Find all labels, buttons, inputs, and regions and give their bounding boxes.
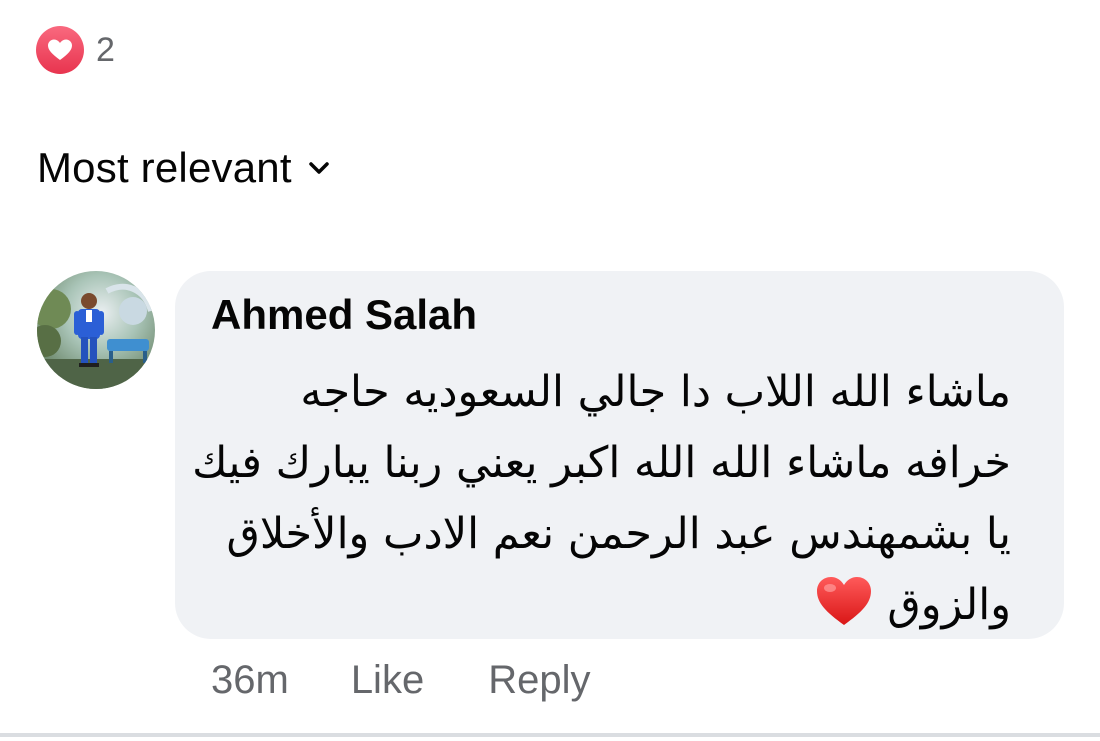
divider bbox=[0, 733, 1100, 737]
reply-button[interactable]: Reply bbox=[488, 658, 590, 703]
reactions-summary[interactable]: 2 bbox=[36, 26, 115, 74]
comment-line: يا بشمهندس عبد الرحمن نعم الادب والأخلاق bbox=[226, 509, 1011, 559]
chevron-down-icon bbox=[308, 162, 329, 174]
comment-actions: 36m Like Reply bbox=[211, 658, 590, 703]
comment-line-last: والزوق bbox=[211, 570, 1011, 641]
red-heart-icon bbox=[817, 577, 872, 625]
reaction-count: 2 bbox=[96, 30, 115, 69]
comment-line: والزوق bbox=[887, 580, 1011, 630]
comment-timestamp[interactable]: 36m bbox=[211, 658, 289, 703]
avatar[interactable] bbox=[37, 271, 155, 389]
sort-label: Most relevant bbox=[37, 144, 292, 191]
love-reaction-icon bbox=[36, 26, 84, 74]
comment-author[interactable]: Ahmed Salah bbox=[211, 291, 477, 339]
comment-line: ماشاء الله اللاب دا جالي السعوديه حاجه bbox=[300, 367, 1011, 417]
comment-bubble: Ahmed Salah ماشاء الله اللاب دا جالي الس… bbox=[175, 271, 1064, 639]
comment-text: ماشاء الله اللاب دا جالي السعوديه حاجه خ… bbox=[192, 357, 1011, 641]
comment-line: خرافه ماشاء الله الله اكبر يعني ربنا يبا… bbox=[192, 438, 1011, 488]
like-button[interactable]: Like bbox=[351, 658, 424, 703]
comment-sort-dropdown[interactable]: Most relevant bbox=[37, 144, 330, 192]
